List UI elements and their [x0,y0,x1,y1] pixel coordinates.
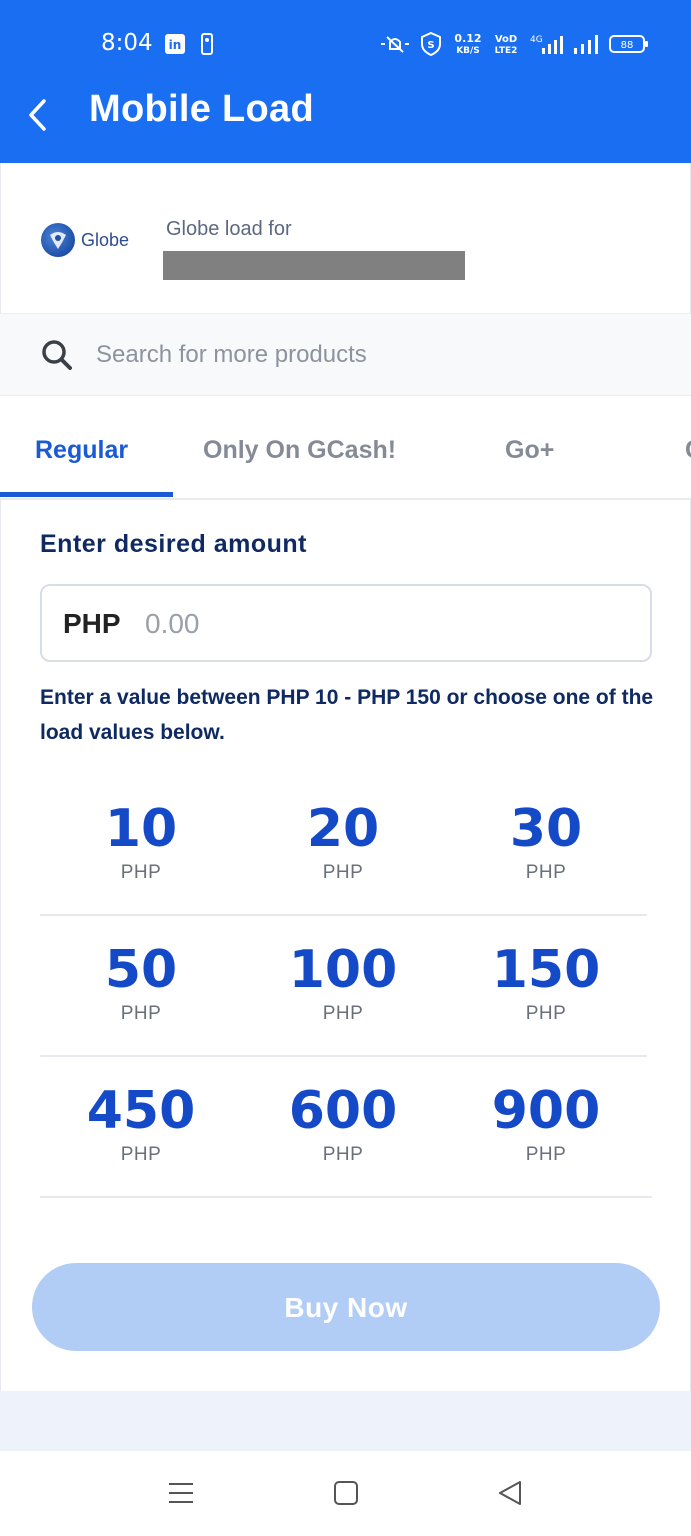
amount-label: Enter desired amount [40,530,307,558]
tab-only-on-gcash[interactable]: Only On GCash! [203,436,396,465]
system-nav-bar [0,1451,691,1536]
provider-section: Globe Globe load for [0,163,691,313]
volte-top: VoD [494,34,518,45]
load-currency: PHP [120,1003,162,1024]
signal-icon [572,33,600,55]
chevron-left-icon [29,99,46,131]
battery-icon: 88 [609,33,649,55]
network-speed: 0.12 KB/S [453,33,483,57]
app-header: 8:04 in S 0.12 KB/S VoD LTE2 4G 88 Mobil… [0,0,691,163]
page-title: Mobile Load [89,88,314,130]
load-option-10[interactable]: 10 PHP [40,775,242,884]
svg-text:in: in [169,38,182,52]
shield-icon: S [420,32,442,56]
linkedin-icon: in [164,33,186,55]
load-row: 50 PHP 100 PHP 150 PHP [40,916,647,1057]
load-currency: PHP [322,1144,364,1165]
search-bar[interactable]: Search for more products [0,313,691,396]
load-for-label: Globe load for [166,218,292,240]
home-icon[interactable] [332,1479,360,1512]
load-value: 450 [86,1081,196,1141]
nba-icon [200,33,214,55]
load-option-100[interactable]: 100 PHP [242,916,444,1025]
load-values-grid: 10 PHP 20 PHP 30 PHP 50 PHP 100 PHP 150 … [40,775,652,1198]
load-option-600[interactable]: 600 PHP [242,1057,444,1166]
load-row: 450 PHP 600 PHP 900 PHP [40,1057,652,1198]
load-option-900[interactable]: 900 PHP [445,1057,647,1166]
active-tab-indicator [0,492,173,497]
back-triangle-icon[interactable] [496,1479,524,1512]
load-currency: PHP [322,862,364,883]
load-option-20[interactable]: 20 PHP [242,775,444,884]
load-option-50[interactable]: 50 PHP [40,916,242,1025]
load-value: 10 [104,799,178,859]
load-option-30[interactable]: 30 PHP [445,775,647,884]
load-value: 100 [288,940,398,1000]
load-value: 600 [288,1081,398,1141]
amount-input[interactable]: 0.00 [145,608,200,640]
network-speed-unit: KB/S [456,46,480,56]
globe-logo: Globe [41,223,129,257]
load-currency: PHP [525,1144,567,1165]
load-currency: PHP [322,1003,364,1024]
redacted-mobile-number [163,251,465,280]
svg-text:S: S [427,40,434,51]
buy-now-button[interactable]: Buy Now [32,1263,660,1351]
globe-logo-text: Globe [81,229,130,250]
network-speed-value: 0.12 [454,32,482,45]
network-type: 4G [530,35,543,45]
load-value: 900 [491,1081,601,1141]
load-value: 50 [104,940,178,1000]
search-icon [40,338,74,377]
status-time: 8:04 [101,30,153,56]
amount-input-field[interactable]: PHP 0.00 [40,584,652,662]
load-currency: PHP [120,862,162,883]
volte-bottom: LTE2 [494,46,518,56]
category-tabs: Regular Only On GCash! Go+ C [0,396,691,500]
load-value: 150 [491,940,601,1000]
mute-bell-icon [380,33,410,55]
load-option-450[interactable]: 450 PHP [40,1057,242,1166]
back-button[interactable] [24,95,54,135]
tab-go-plus[interactable]: Go+ [505,436,554,465]
volte-indicator: VoD LTE2 [492,34,520,57]
tab-overflow[interactable]: C [685,436,691,465]
load-option-150[interactable]: 150 PHP [445,916,647,1025]
search-input[interactable]: Search for more products [96,341,367,369]
battery-level: 88 [621,40,634,51]
signal-4g-icon: 4G [528,33,564,55]
load-currency: PHP [120,1144,162,1165]
currency-label: PHP [63,608,121,639]
amount-helper-text: Enter a value between PHP 10 - PHP 150 o… [40,686,654,744]
globe-icon [41,223,75,257]
load-currency: PHP [525,862,567,883]
load-value: 20 [306,799,380,859]
load-row: 10 PHP 20 PHP 30 PHP [40,775,647,916]
menu-icon[interactable] [167,1479,195,1512]
load-value: 30 [509,799,583,859]
load-currency: PHP [525,1003,567,1024]
tab-regular[interactable]: Regular [35,436,128,465]
footer-band [0,1391,691,1451]
